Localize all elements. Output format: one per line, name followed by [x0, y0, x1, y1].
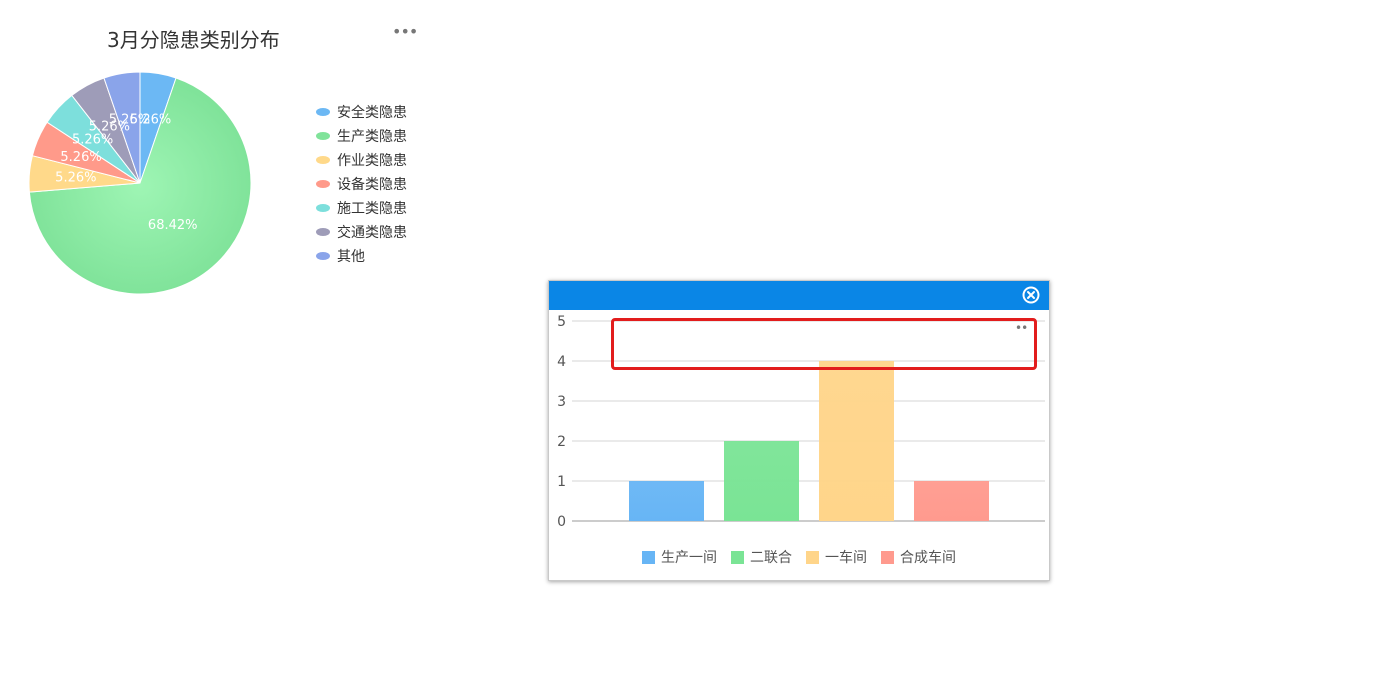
pie-legend: 安全类隐患生产类隐患作业类隐患设备类隐患施工类隐患交通类隐患其他	[316, 100, 407, 268]
legend-swatch	[316, 180, 330, 188]
legend-label: 交通类隐患	[337, 225, 407, 241]
bar[interactable]	[914, 481, 989, 521]
pie-data-label: 68.42%	[148, 218, 198, 233]
legend-item[interactable]: 二联合	[731, 547, 792, 567]
legend-label: 生产类隐患	[337, 129, 407, 145]
legend-item[interactable]: 作业类隐患	[316, 148, 407, 172]
pie-data-label: 5.26%	[109, 112, 150, 127]
legend-item[interactable]: 设备类隐患	[316, 172, 407, 196]
legend-item[interactable]: 其他	[316, 244, 407, 268]
legend-label: 二联合	[750, 550, 792, 566]
pie-chart-panel: 3月分隐患类别分布 ••• 5.26% 68.42% 5.26% 5.26% 5.26%…	[0, 0, 430, 310]
bar[interactable]	[629, 481, 704, 521]
legend-swatch	[806, 550, 819, 564]
legend-item[interactable]: 交通类隐患	[316, 220, 407, 244]
legend-swatch	[316, 156, 330, 164]
legend-swatch	[316, 252, 330, 260]
legend-swatch	[316, 228, 330, 236]
legend-label: 一车间	[825, 550, 867, 566]
bar-legend: 生产一间 二联合 一车间 合成车间	[549, 547, 1049, 567]
legend-item[interactable]: 安全类隐患	[316, 100, 407, 124]
legend-label: 作业类隐患	[337, 153, 407, 169]
legend-swatch	[316, 108, 330, 116]
y-tick-label: 3	[557, 394, 566, 410]
highlight-box	[611, 318, 1037, 370]
bar[interactable]	[819, 361, 894, 521]
legend-swatch	[316, 204, 330, 212]
legend-label: 安全类隐患	[337, 105, 407, 121]
close-icon[interactable]	[1022, 286, 1040, 304]
y-tick-label: 5	[557, 314, 566, 330]
pie-data-label: 5.26%	[55, 171, 96, 186]
legend-swatch	[731, 550, 744, 564]
legend-swatch	[881, 550, 894, 564]
legend-swatch	[642, 550, 655, 564]
legend-item[interactable]: 生产类隐患	[316, 124, 407, 148]
y-tick-label: 1	[557, 474, 566, 490]
legend-label: 施工类隐患	[337, 201, 407, 217]
legend-label: 合成车间	[900, 550, 956, 566]
pie-data-label: 5.26%	[60, 150, 101, 165]
y-tick-label: 0	[557, 514, 566, 530]
bar[interactable]	[724, 441, 799, 521]
legend-item[interactable]: 施工类隐患	[316, 196, 407, 220]
y-tick-label: 2	[557, 434, 566, 450]
y-tick-label: 4	[557, 354, 566, 370]
legend-label: 生产一间	[661, 550, 717, 566]
legend-swatch	[316, 132, 330, 140]
legend-item[interactable]: 一车间	[806, 547, 867, 567]
legend-label: 设备类隐患	[337, 177, 407, 193]
legend-item[interactable]: 合成车间	[881, 547, 956, 567]
legend-item[interactable]: 生产一间	[642, 547, 717, 567]
legend-label: 其他	[337, 249, 365, 265]
more-options-icon[interactable]: ••	[1015, 321, 1028, 335]
popup-header	[549, 281, 1049, 310]
pie-data-label: 5.26%	[72, 132, 113, 147]
